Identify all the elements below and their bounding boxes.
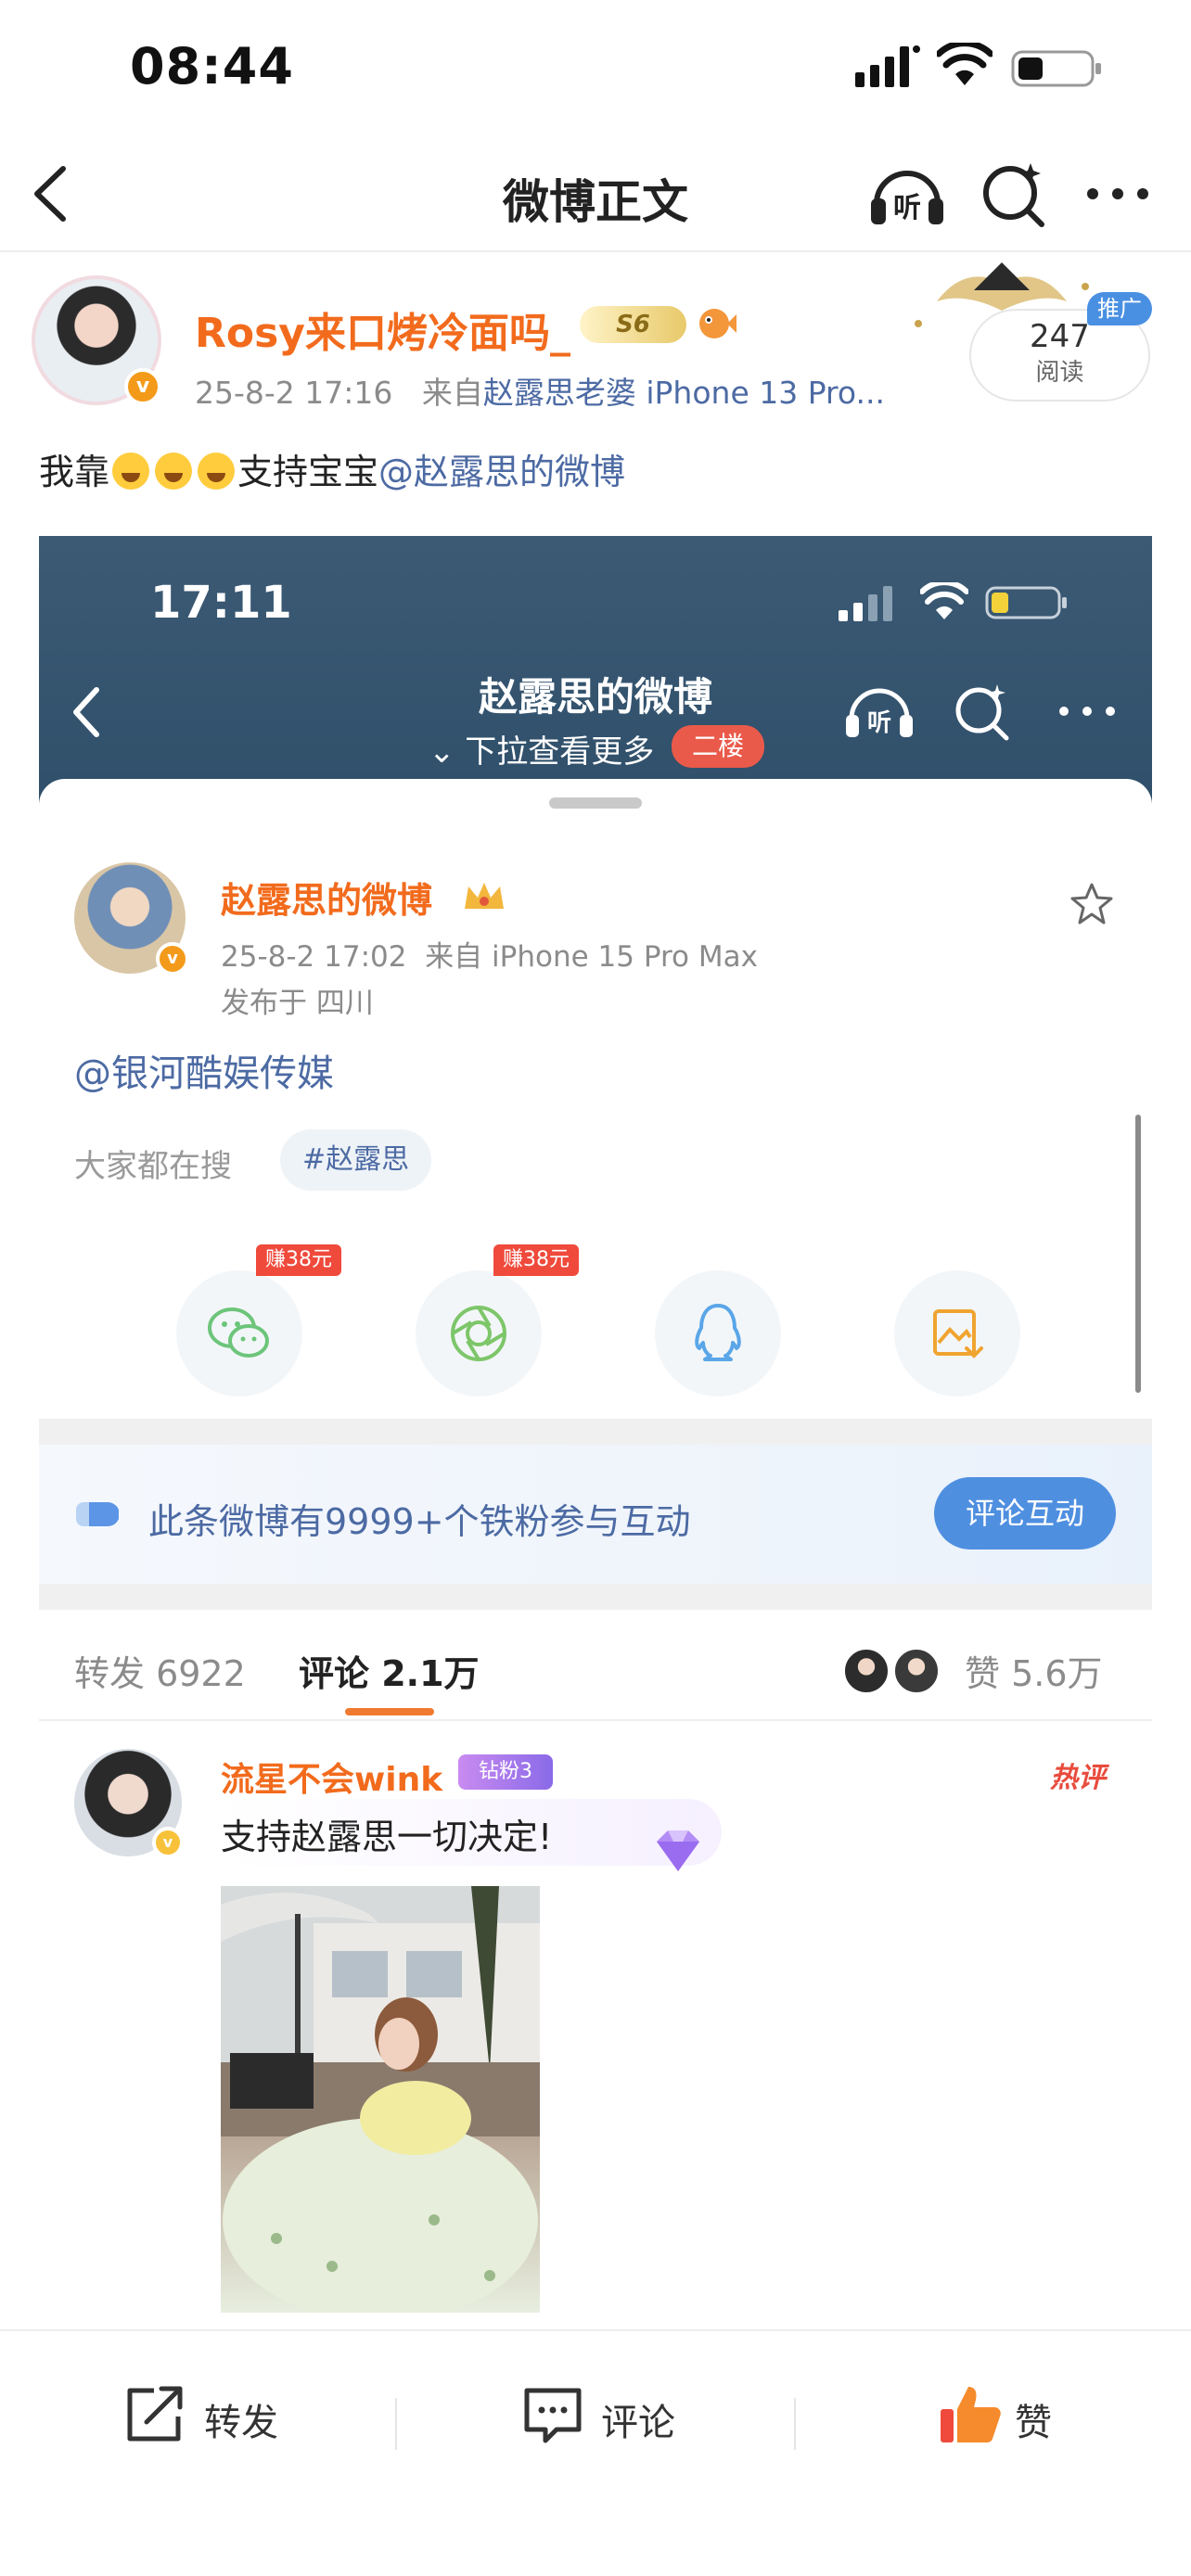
- post-image[interactable]: 17:11 赵露思的微博 ⌄ 下拉查看更多 二楼 听 v 赵露思的微博 25-8…: [39, 536, 1152, 2342]
- share-moments-button: [416, 1270, 542, 1396]
- divider: [395, 2398, 397, 2450]
- wechat-icon: [208, 1307, 269, 1358]
- drag-handle: [549, 797, 642, 809]
- like-label: 赞: [1015, 2402, 1052, 2444]
- source-prefix: 来自: [421, 375, 483, 411]
- pufferfish-icon[interactable]: [694, 303, 736, 344]
- earn-badge: 赚38元: [256, 1244, 341, 1276]
- comment-icon: [524, 2388, 582, 2443]
- tab-like: 赞 5.6万: [965, 1653, 1103, 1694]
- embedded-author: 赵露思的微博: [221, 880, 433, 921]
- tab-forward: 转发 6922: [74, 1653, 246, 1694]
- hot-comment-badge: 热评: [1050, 1762, 1106, 1794]
- signal-icon: [855, 45, 920, 87]
- liker-avatar: [892, 1647, 941, 1695]
- more-icon: [1059, 707, 1115, 716]
- verified-icon: v: [156, 942, 189, 976]
- fans-arrow-icon: [76, 1502, 119, 1526]
- verified-icon: v: [152, 1827, 184, 1858]
- trending-tag: #赵露思: [280, 1129, 432, 1191]
- listen-button[interactable]: 听: [867, 158, 947, 230]
- earn-badge: 赚38元: [493, 1244, 579, 1276]
- search-icon: [955, 684, 1009, 741]
- embedded-time: 17:11: [150, 577, 292, 629]
- fan-badge: 钻粉3: [458, 1754, 553, 1790]
- action-bar: 转发 评论 赞: [0, 2329, 1191, 2576]
- save-image-icon: [933, 1309, 983, 1358]
- embedded-subtitle-text: 下拉查看更多: [465, 733, 655, 771]
- post-source[interactable]: 赵露思老婆 iPhone 13 Pro...: [483, 375, 885, 411]
- comment-interact-button: 评论互动: [934, 1477, 1116, 1549]
- qq-icon: [695, 1304, 741, 1361]
- moments-icon: [451, 1306, 506, 1361]
- svg-text:听: 听: [867, 709, 891, 737]
- author-avatar[interactable]: v: [32, 275, 161, 405]
- post-meta: 25-8-2 17:16 来自赵露思老婆 iPhone 13 Pro...: [195, 368, 885, 413]
- embedded-header: 17:11 赵露思的微博 ⌄ 下拉查看更多 二楼 听: [39, 536, 1152, 814]
- post-date: 25-8-2 17:16: [195, 375, 393, 411]
- comment-label: 评论: [601, 2402, 675, 2444]
- embedded-meta: 25-8-2 17:02 来自 iPhone 15 Pro Max: [221, 933, 758, 975]
- svg-text:听: 听: [893, 192, 921, 224]
- floor-badge: 二楼: [672, 725, 764, 768]
- divider: [794, 2398, 796, 2450]
- post-text: 我靠 支持宝宝@赵露思的微博: [39, 443, 625, 494]
- wifi-icon: [937, 43, 992, 85]
- battery-icon: [1011, 50, 1101, 87]
- scrollbar: [1135, 1115, 1141, 1393]
- forward-icon: [127, 2386, 183, 2442]
- battery-icon: [985, 586, 1067, 619]
- post-header: v Rosy来口烤冷面吗_ S6 25-8-2 17:16 来自赵露思老婆 iP…: [0, 255, 1191, 422]
- comment-text: 支持赵露思一切决定!: [221, 1817, 553, 1857]
- save-image-button: [894, 1270, 1020, 1396]
- embedded-location: 发布于 四川: [221, 987, 374, 1020]
- signal-icon: [839, 586, 892, 621]
- photo-illustration: [221, 1886, 540, 2313]
- tab-comment: 评论 2.1万: [299, 1653, 480, 1694]
- search-icon[interactable]: [979, 159, 1049, 230]
- author-name[interactable]: Rosy来口烤冷面吗_: [195, 300, 570, 359]
- crown-icon: [465, 883, 504, 909]
- verified-icon: v: [124, 368, 161, 405]
- share-wechat-button: [176, 1270, 302, 1396]
- embedded-avatar: v: [74, 862, 189, 976]
- crying-emoji-icon: [112, 453, 150, 490]
- crying-emoji-icon: [198, 453, 236, 490]
- embedded-post-card: v 赵露思的微博 25-8-2 17:02 来自 iPhone 15 Pro M…: [39, 779, 1152, 1419]
- embedded-subtitle: ⌄ 下拉查看更多: [429, 733, 655, 771]
- embedded-source: 来自 iPhone 15 Pro Max: [425, 940, 758, 974]
- diamond-icon: [657, 1830, 699, 1871]
- liker-avatar: [842, 1647, 890, 1695]
- embedded-date: 25-8-2 17:02: [221, 940, 407, 974]
- nav-bar: 微博正文 听: [0, 139, 1191, 252]
- fans-text: 此条微博有9999+个铁粉参与互动: [148, 1501, 691, 1542]
- headphones-icon: 听: [846, 688, 913, 737]
- forward-label: 转发: [204, 2402, 278, 2444]
- tab-underline: [345, 1708, 434, 1715]
- trending-label: 大家都在搜: [74, 1148, 232, 1185]
- divider: [39, 1419, 1152, 1445]
- status-time: 08:44: [130, 37, 294, 96]
- wifi-icon: [920, 582, 968, 619]
- more-icon[interactable]: [1085, 180, 1150, 208]
- status-bar: 08:44: [0, 0, 1191, 139]
- read-label: 阅读: [1035, 359, 1084, 387]
- crying-emoji-icon: [155, 453, 193, 490]
- commenter-avatar: v: [74, 1749, 184, 1858]
- headphones-icon: 听: [871, 171, 943, 224]
- thumbs-up-icon: [941, 2387, 1001, 2442]
- level-badge[interactable]: S6: [580, 306, 686, 343]
- promo-badge[interactable]: 推广: [1087, 292, 1152, 325]
- commenter-name: 流星不会wink: [221, 1761, 443, 1799]
- divider: [39, 1584, 1152, 1610]
- comment-photo: [221, 1886, 540, 2313]
- embedded-tabs: 转发 6922 评论 2.1万 赞 5.6万: [39, 1610, 1152, 1721]
- post-text-end: 支持宝宝: [237, 452, 379, 492]
- post-mention-link[interactable]: @赵露思的微博: [378, 452, 625, 492]
- fans-banner: 此条微博有9999+个铁粉参与互动 评论互动: [39, 1445, 1152, 1584]
- favorite-star-icon: [1070, 883, 1113, 925]
- embedded-mention: @银河酷娱传媒: [74, 1052, 334, 1095]
- post-text-start: 我靠: [39, 452, 110, 492]
- share-qq-button: [655, 1270, 781, 1396]
